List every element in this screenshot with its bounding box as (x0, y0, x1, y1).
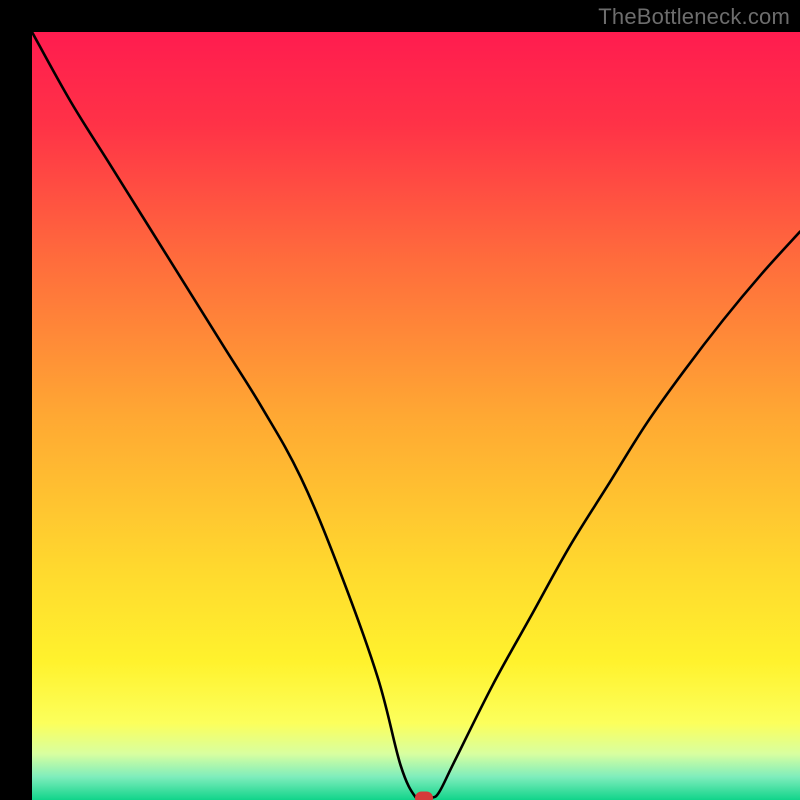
optimum-marker (415, 791, 433, 800)
plot-area (32, 32, 800, 800)
chart-frame: TheBottleneck.com (0, 0, 800, 800)
bottleneck-curve (32, 32, 800, 800)
watermark-text: TheBottleneck.com (598, 4, 790, 30)
